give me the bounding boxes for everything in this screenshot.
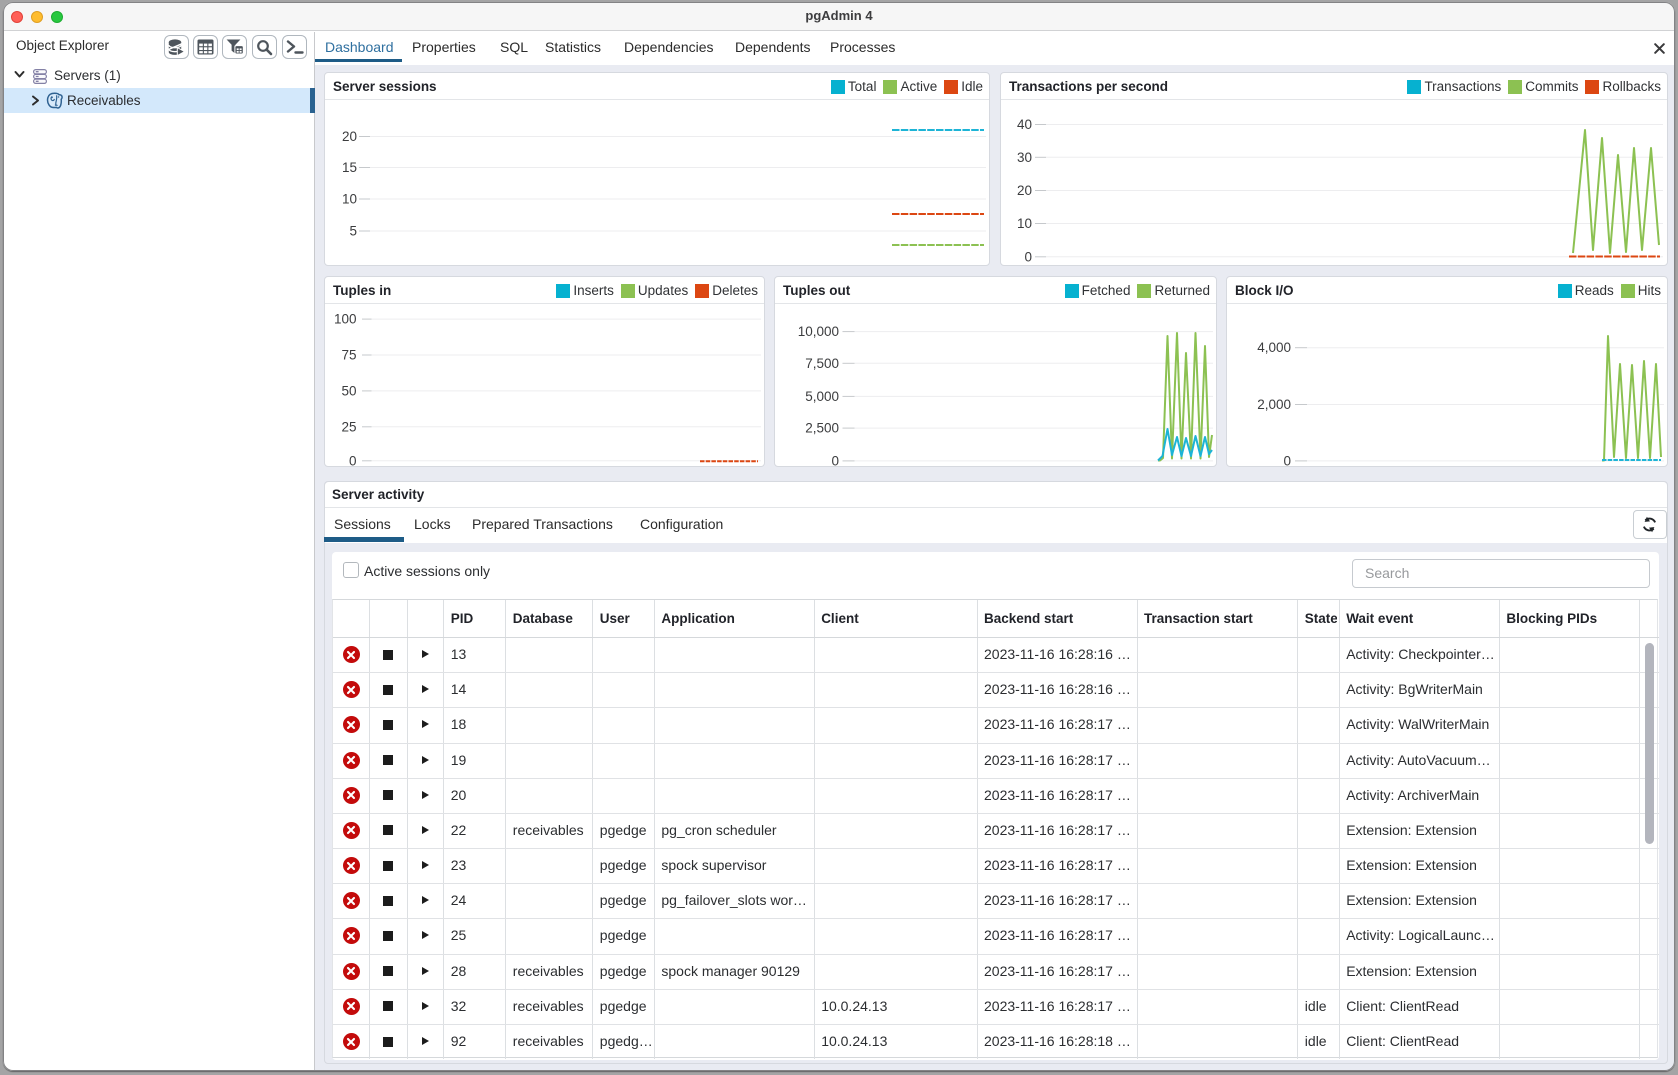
- svg-text:2,500: 2,500: [805, 421, 839, 436]
- svg-text:30: 30: [1017, 150, 1032, 165]
- svg-text:5,000: 5,000: [805, 389, 839, 404]
- svg-text:10: 10: [342, 192, 357, 207]
- svg-text:10: 10: [1017, 216, 1032, 231]
- svg-text:20: 20: [342, 129, 357, 144]
- svg-text:40: 40: [1017, 117, 1032, 132]
- svg-text:7,500: 7,500: [805, 356, 839, 371]
- svg-text:2,000: 2,000: [1257, 397, 1291, 412]
- svg-text:25: 25: [341, 419, 356, 434]
- svg-text:0: 0: [1024, 249, 1032, 264]
- svg-text:5: 5: [349, 224, 357, 239]
- svg-text:75: 75: [341, 348, 356, 363]
- svg-text:100: 100: [334, 312, 357, 327]
- svg-text:0: 0: [831, 453, 839, 466]
- svg-text:0: 0: [1283, 453, 1291, 466]
- svg-text:0: 0: [349, 453, 357, 466]
- svg-text:20: 20: [1017, 183, 1032, 198]
- svg-text:15: 15: [342, 160, 357, 175]
- svg-text:10,000: 10,000: [798, 324, 839, 339]
- svg-text:4,000: 4,000: [1257, 340, 1291, 355]
- svg-text:50: 50: [341, 383, 356, 398]
